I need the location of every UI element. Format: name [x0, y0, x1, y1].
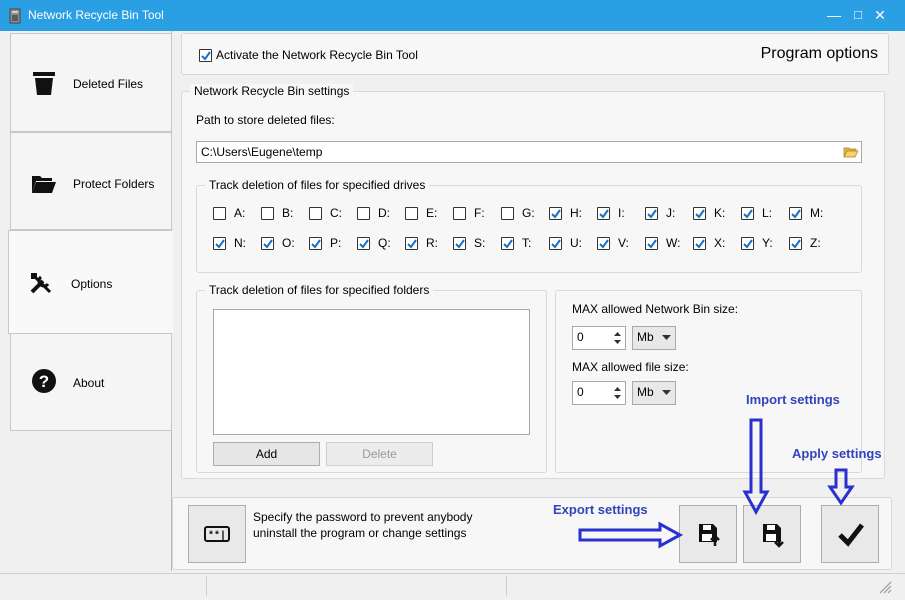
import-arrow-icon	[742, 418, 770, 516]
status-bar	[0, 573, 905, 600]
resize-grip-icon[interactable]	[878, 580, 892, 594]
apply-arrow-icon	[827, 468, 855, 506]
export-arrow-icon	[578, 521, 684, 549]
status-divider	[206, 576, 207, 596]
status-divider	[506, 576, 507, 596]
annotation-arrows	[578, 418, 855, 549]
